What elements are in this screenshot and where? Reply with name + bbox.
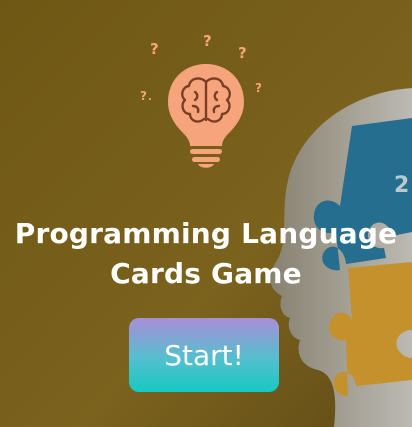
start-button[interactable]: Start!	[129, 318, 279, 392]
svg-text:?: ?	[203, 32, 212, 50]
svg-text:?: ?	[150, 40, 159, 58]
svg-text:?: ?	[255, 81, 262, 95]
game-start-screen: 2 ? ? ? ? . ? Programming Language Cards…	[0, 0, 412, 427]
svg-text:?: ?	[238, 44, 247, 62]
game-title: Programming Language Cards Game	[0, 214, 412, 294]
svg-text:?: ?	[140, 89, 147, 103]
title-line-2: Cards Game	[110, 257, 302, 290]
title-line-1: Programming Language	[14, 217, 398, 250]
svg-text:.: .	[148, 92, 152, 103]
lightbulb-brain-icon: ? ? ? ? . ?	[140, 32, 262, 168]
